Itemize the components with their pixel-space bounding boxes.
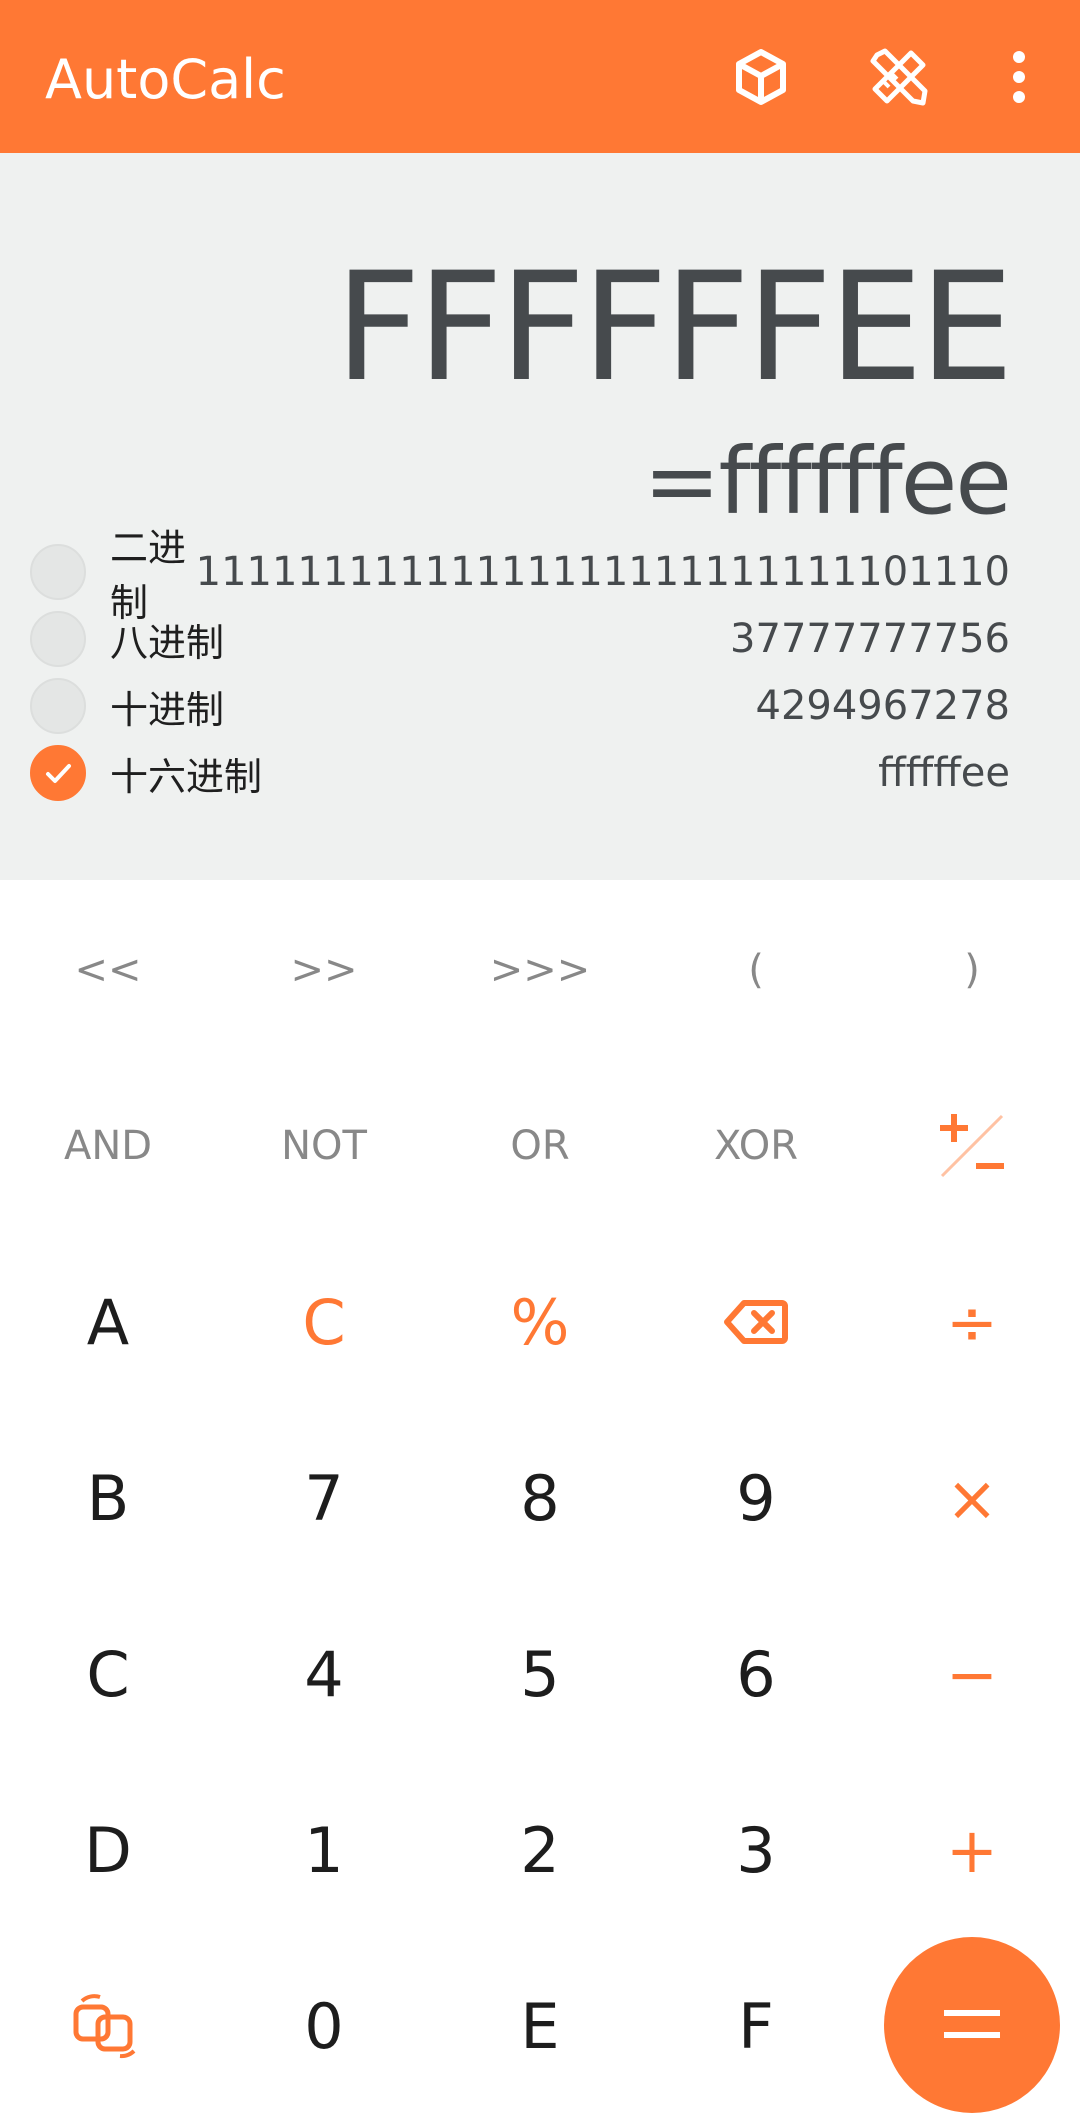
multiply-button[interactable]: × [864,1410,1080,1586]
key-7[interactable]: 7 [216,1410,432,1586]
key-6[interactable]: 6 [648,1586,864,1762]
base-value: 37777777756 [730,616,1010,662]
xor-button[interactable]: XOR [648,1058,864,1234]
plus-minus-button[interactable] [864,1058,1080,1234]
swap-icon [73,1994,136,2059]
key-a[interactable]: A [0,1234,216,1410]
close-paren-button[interactable]: ) [864,882,1080,1058]
base-value: ffffffee [878,750,1010,796]
equals-button[interactable] [884,1937,1060,2113]
key-5[interactable]: 5 [432,1586,648,1762]
radio-hex[interactable] [30,745,86,801]
base-octal-row[interactable]: 八进制 37777777756 [30,609,1010,669]
backspace-icon [724,1300,788,1344]
key-e[interactable]: E [432,1938,648,2114]
key-d[interactable]: D [0,1762,216,1938]
or-button[interactable]: OR [432,1058,648,1234]
key-f[interactable]: F [648,1938,864,2114]
more-vert-icon[interactable] [982,40,1056,114]
app-bar: AutoCalc [0,0,1080,153]
ruler-pencil-icon[interactable] [862,40,936,114]
base-value: 11111111111111111111111111101110 [195,549,1010,595]
equals-icon [944,2010,1000,2038]
display-panel: FFFFFFEE =ffffffee 二进制 11111111111111111… [0,153,1080,880]
percent-button[interactable]: % [432,1234,648,1410]
radio-octal[interactable] [30,611,86,667]
swap-button[interactable] [0,1938,216,2114]
base-hex-row[interactable]: 十六进制 ffffffee [30,743,1010,803]
base-decimal-row[interactable]: 十进制 4294967278 [30,676,1010,736]
key-0[interactable]: 0 [216,1938,432,2114]
base-label: 十进制 [110,687,225,732]
key-2[interactable]: 2 [432,1762,648,1938]
key-c[interactable]: C [0,1586,216,1762]
key-4[interactable]: 4 [216,1586,432,1762]
key-1[interactable]: 1 [216,1762,432,1938]
result-text: =ffffffee [643,428,1012,535]
base-value: 4294967278 [755,683,1011,729]
clear-button[interactable]: C [216,1234,432,1410]
minus-button[interactable]: − [864,1586,1080,1762]
unsigned-shift-right-button[interactable]: >>> [432,882,648,1058]
key-3[interactable]: 3 [648,1762,864,1938]
not-button[interactable]: NOT [216,1058,432,1234]
shift-right-button[interactable]: >> [216,882,432,1058]
base-binary-row[interactable]: 二进制 11111111111111111111111111101110 [30,526,1010,625]
base-label: 十六进制 [110,754,263,799]
plus-minus-icon [940,1114,1004,1178]
radio-decimal[interactable] [30,678,86,734]
and-button[interactable]: AND [0,1058,216,1234]
backspace-button[interactable] [648,1234,864,1410]
check-icon [46,764,71,783]
key-9[interactable]: 9 [648,1410,864,1586]
shift-left-button[interactable]: << [0,882,216,1058]
key-b[interactable]: B [0,1410,216,1586]
base-label: 八进制 [110,620,225,665]
open-paren-button[interactable]: ( [648,882,864,1058]
cube-icon[interactable] [724,40,798,114]
app-title: AutoCalc [45,48,286,111]
expression-text: FFFFFFEE [334,241,1014,415]
plus-button[interactable]: + [864,1762,1080,1938]
radio-binary[interactable] [30,544,86,600]
key-8[interactable]: 8 [432,1410,648,1586]
divide-button[interactable]: ÷ [864,1234,1080,1410]
